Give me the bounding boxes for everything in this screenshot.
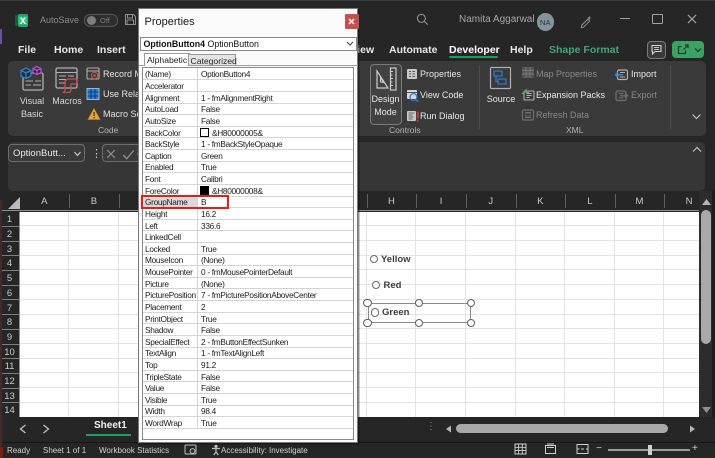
svg-text:X: X	[20, 16, 26, 26]
